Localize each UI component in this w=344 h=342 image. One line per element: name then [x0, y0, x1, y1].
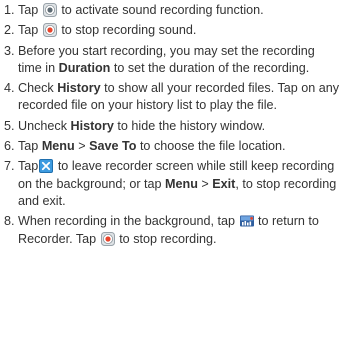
list-item: 5. Uncheck History to hide the history w… — [4, 118, 342, 135]
instruction-list: 1. Tap to activate sound recording funct… — [4, 2, 342, 248]
list-item: 7. Tap to leave recorder screen while st… — [4, 159, 337, 208]
stop-icon — [42, 23, 57, 38]
instructions-page: 1. Tap to activate sound recording funct… — [0, 0, 344, 342]
step-number: 5. — [4, 118, 15, 133]
list-item: 1. Tap to activate sound recording funct… — [4, 2, 342, 19]
list-item: 8. When recording in the background, tap… — [4, 214, 319, 246]
duration-label: Duration — [58, 60, 111, 75]
recorder-status-icon — [239, 214, 254, 228]
step-number: 1. — [4, 3, 15, 17]
step-number: 3. — [4, 43, 15, 58]
list-item: 4. Check History to show all your record… — [4, 81, 340, 113]
history-label: History — [57, 81, 101, 96]
list-item: 3. Before you start recording, you may s… — [4, 43, 315, 75]
step-number: 4. — [4, 81, 15, 96]
step-number: 6. — [4, 139, 15, 154]
save-to-label: Save To — [89, 139, 137, 154]
record-icon — [42, 3, 57, 17]
step-number: 8. — [4, 214, 15, 229]
history-label: History — [70, 118, 114, 133]
list-item: 2. Tap to stop recording sound. — [4, 22, 342, 39]
close-icon — [39, 159, 54, 174]
step-number: 7. — [4, 159, 15, 174]
menu-label: Menu — [165, 176, 198, 191]
step-number: 2. — [4, 23, 15, 38]
stop-icon — [100, 231, 115, 246]
list-item: 6. Tap Menu > Save To to choose the file… — [4, 138, 342, 155]
exit-label: Exit — [212, 176, 236, 191]
menu-label: Menu — [41, 139, 75, 154]
